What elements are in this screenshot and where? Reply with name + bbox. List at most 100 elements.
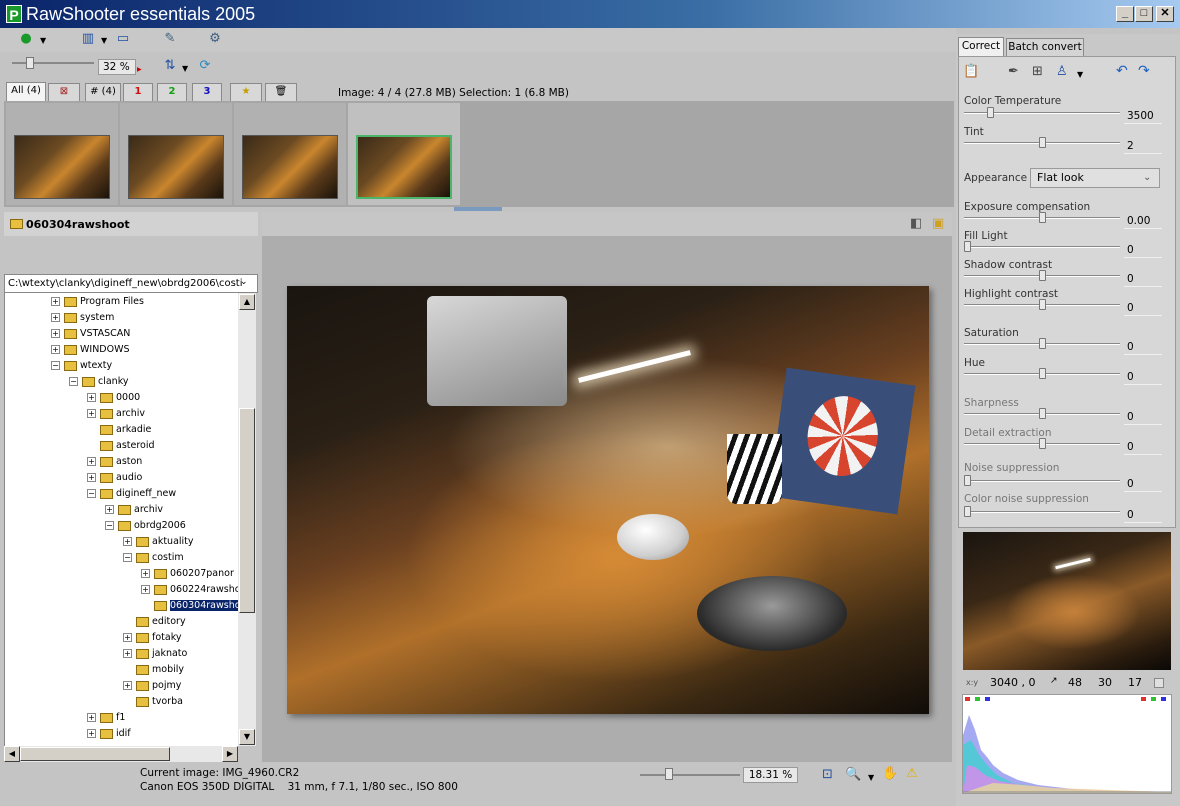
help-icon[interactable]: ● — [16, 31, 36, 49]
viewer-zoom-value[interactable]: 18.31 % — [743, 767, 798, 783]
single-view-icon[interactable]: ▭ — [113, 31, 133, 49]
saturation-value[interactable]: 0 — [1124, 339, 1162, 355]
fill-light-value[interactable]: 0 — [1124, 242, 1162, 258]
settings-icon[interactable]: ⚙ — [205, 31, 225, 49]
zoom-slider[interactable] — [12, 62, 94, 64]
camera-icon[interactable]: ⊞ — [1032, 64, 1043, 79]
zoom-value[interactable]: 32 % — [98, 59, 136, 75]
color-noise-suppression-slider[interactable] — [964, 511, 1120, 513]
main-photo[interactable] — [287, 286, 929, 714]
tree-item[interactable]: +060207panor — [141, 566, 234, 582]
tree-item[interactable]: + aktuality — [123, 534, 194, 550]
noise-suppression-slider[interactable] — [964, 480, 1120, 482]
thumbnail-image[interactable] — [242, 135, 338, 199]
sharpness-value[interactable]: 0 — [1124, 409, 1162, 425]
fill-light-slider[interactable] — [964, 246, 1120, 248]
color-temperature-value[interactable]: 3500 — [1124, 108, 1162, 124]
tree-item[interactable]: + f1 — [87, 710, 125, 726]
tree-vertical-scrollbar[interactable]: ▲ ▼ — [238, 293, 256, 746]
tree-item[interactable]: + WINDOWS — [51, 342, 130, 358]
tint-value[interactable]: 2 — [1124, 138, 1162, 154]
sort-icon[interactable]: ⇅ — [160, 58, 180, 76]
chevron-down-icon[interactable]: ▼ — [868, 773, 874, 782]
thumbnail-selected[interactable] — [348, 103, 460, 205]
thumbnail[interactable] — [120, 103, 232, 205]
rotate-icon[interactable]: ◧ — [910, 216, 922, 231]
refresh-icon[interactable]: ⟳ — [195, 58, 215, 76]
checkbox[interactable] — [1154, 678, 1164, 688]
sharpness-slider-thumb[interactable] — [1039, 408, 1046, 419]
thumbnail-image[interactable] — [356, 135, 452, 199]
saturation-slider-thumb[interactable] — [1039, 338, 1046, 349]
expander-icon[interactable]: + — [87, 393, 96, 402]
expander-icon[interactable]: + — [51, 297, 60, 306]
tab-correct[interactable]: Correct — [958, 37, 1004, 57]
expander-icon[interactable]: + — [87, 713, 96, 722]
tab-tagged[interactable]: # (4) — [85, 83, 121, 101]
tree-item[interactable]: + jaknato — [123, 646, 187, 662]
expander-icon[interactable]: + — [51, 313, 60, 322]
expander-icon[interactable]: + — [51, 345, 60, 354]
tree-item[interactable]: + system — [51, 310, 114, 326]
detail-extraction-value[interactable]: 0 — [1124, 439, 1162, 455]
zoom-slider-thumb[interactable] — [26, 57, 34, 69]
warning-icon[interactable]: ⚠ — [906, 766, 918, 781]
expander-icon[interactable]: + — [87, 457, 96, 466]
exposure-slider-thumb[interactable] — [1039, 212, 1046, 223]
tree-item[interactable]: + VSTASCAN — [51, 326, 130, 342]
tab-priority-3[interactable]: 3 — [192, 83, 222, 101]
tree-item[interactable]: mobily — [123, 662, 184, 678]
tree-item[interactable]: + archiv — [105, 502, 163, 518]
expander-icon[interactable]: + — [87, 473, 96, 482]
highlight-contrast-value[interactable]: 0 — [1124, 300, 1162, 316]
expander-icon[interactable]: + — [87, 729, 96, 738]
tree-item[interactable]: + idif — [87, 726, 131, 742]
scroll-thumb[interactable] — [239, 408, 255, 613]
strip-resize-handle[interactable] — [454, 207, 502, 211]
tree-item[interactable]: + fotaky — [123, 630, 182, 646]
minimize-button[interactable]: _ — [1116, 6, 1134, 22]
chevron-down-icon[interactable]: ⌄ — [1143, 169, 1151, 187]
zoom-icon[interactable]: 🔍 — [845, 767, 861, 782]
maximize-button[interactable]: □ — [1135, 6, 1153, 22]
expander-icon[interactable]: + — [51, 329, 60, 338]
chevron-down-icon[interactable]: ▼ — [40, 36, 46, 45]
viewer-zoom-slider[interactable] — [640, 774, 740, 776]
scroll-down-button[interactable]: ▼ — [239, 729, 255, 745]
undo-icon[interactable]: ↶ — [1116, 63, 1128, 79]
expander-icon[interactable]: + — [123, 681, 132, 690]
expander-icon[interactable]: − — [69, 377, 78, 386]
tree-item[interactable]: + archiv — [87, 406, 145, 422]
tree-item[interactable]: asteroid — [87, 438, 155, 454]
tree-item[interactable]: − wtexty — [51, 358, 112, 374]
scroll-right-button[interactable]: ▶ — [222, 746, 238, 762]
thumbnail[interactable] — [6, 103, 118, 205]
tree-item[interactable]: − digineff_new — [87, 486, 176, 502]
tree-horizontal-scrollbar[interactable]: ◀ ▶ — [4, 746, 238, 762]
tab-all[interactable]: All (4) — [6, 82, 46, 101]
tree-item[interactable]: + audio — [87, 470, 142, 486]
fit-icon[interactable]: ⊡ — [822, 767, 833, 782]
color-noise-suppression-slider-thumb[interactable] — [964, 506, 971, 517]
viewer-zoom-thumb[interactable] — [665, 768, 673, 780]
tab-priority-2[interactable]: 2 — [157, 83, 187, 101]
expander-icon[interactable]: + — [105, 505, 114, 514]
chevron-down-icon[interactable]: ▼ — [1077, 70, 1083, 79]
expander-icon[interactable]: + — [87, 409, 96, 418]
expander-icon[interactable]: + — [123, 649, 132, 658]
exposure-value[interactable]: 0.00 — [1124, 213, 1162, 229]
thumbnail-image[interactable] — [128, 135, 224, 199]
redo-icon[interactable]: ↷ — [1138, 63, 1150, 79]
comment-icon[interactable]: ✎ — [160, 31, 180, 49]
tree-item[interactable]: +060224rawshc — [141, 582, 238, 598]
tree-item[interactable]: + aston — [87, 454, 142, 470]
chevron-down-icon[interactable]: ▼ — [182, 64, 188, 73]
tab-star[interactable]: ★ — [230, 83, 262, 101]
expander-icon[interactable]: − — [105, 521, 114, 530]
tree-item[interactable]: − clanky — [69, 374, 129, 390]
hue-value[interactable]: 0 — [1124, 369, 1162, 385]
shadow-contrast-value[interactable]: 0 — [1124, 271, 1162, 287]
thumbnail[interactable] — [234, 103, 346, 205]
tree-item[interactable]: arkadie — [87, 422, 151, 438]
lamp-icon[interactable]: ♙ — [1056, 64, 1068, 79]
